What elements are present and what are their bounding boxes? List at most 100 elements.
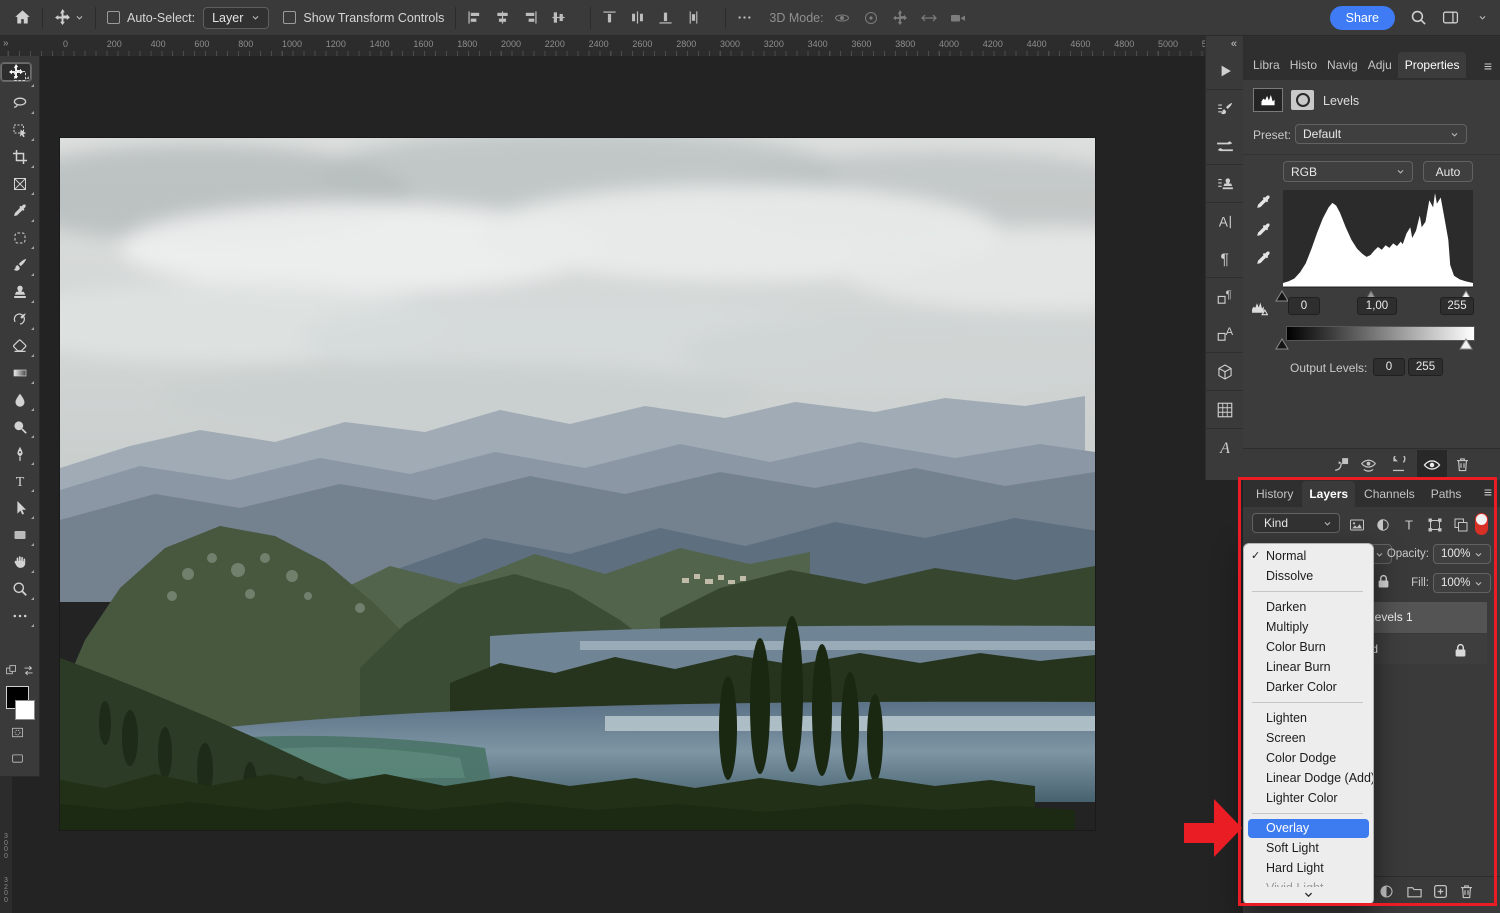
brush-settings-panel-button[interactable] [1206,89,1244,127]
blend-mode-option-darken[interactable]: Darken [1244,597,1373,617]
levels-adjustment-thumbnail[interactable] [1253,88,1283,112]
tab-adju[interactable]: Adju [1364,52,1396,78]
gradient-tool[interactable] [4,359,36,386]
align-horizontal-centers-icon[interactable] [495,10,510,25]
blend-mode-option-lighter-color[interactable]: Lighter Color [1244,788,1373,808]
fill-dropdown[interactable]: 100% [1433,573,1491,593]
uncached-refresh-icon[interactable] [1251,300,1268,317]
pen-tool[interactable] [4,440,36,467]
filter-smart-objects-button[interactable] [1451,515,1471,535]
layer-filter-dropdown[interactable]: Kind [1252,513,1340,533]
input-shadow-slider[interactable] [1275,290,1289,302]
canvas-area[interactable] [12,56,1243,913]
output-highlight-slider[interactable] [1459,338,1473,350]
output-shadow-slider[interactable] [1275,338,1289,350]
swap-colors-icon[interactable] [22,664,35,677]
path-selection-tool[interactable] [4,494,36,521]
delete-adjustment-icon[interactable] [1454,456,1471,473]
edit-toolbar-icon[interactable] [5,664,18,677]
document-canvas-image[interactable] [60,138,1095,830]
hand-tool[interactable] [4,548,36,575]
layer-mask-thumbnail[interactable] [1291,90,1314,110]
paragraph-styles-panel-button[interactable]: ¶ [1206,277,1244,315]
filter-pixel-layers-button[interactable] [1347,515,1367,535]
distribute-bottom-edges-icon[interactable] [658,10,673,25]
healing-brush-tool[interactable] [4,224,36,251]
tab-histo[interactable]: Histo [1286,52,1321,78]
blend-mode-option-soft-light[interactable]: Soft Light [1244,838,1373,858]
clone-stamp-tool[interactable] [4,278,36,305]
object-selection-tool[interactable] [4,116,36,143]
quick-mask-icon[interactable] [11,726,24,739]
blend-mode-option-vivid-light[interactable]: Vivid Light [1244,878,1373,887]
delete-layer-icon[interactable] [1458,883,1475,900]
brush-tool[interactable] [4,251,36,278]
screen-mode-icon[interactable] [11,752,24,765]
zoom-tool[interactable] [4,575,36,602]
auto-select-target-dropdown[interactable]: Layer [203,7,269,29]
blend-mode-option-darker-color[interactable]: Darker Color [1244,677,1373,697]
align-left-edges-icon[interactable] [467,10,482,25]
menu-scroll-down-icon[interactable] [1244,887,1373,901]
white-point-eyedropper-icon[interactable] [1255,250,1272,267]
lasso-tool[interactable] [4,89,36,116]
filter-shape-layers-button[interactable] [1425,515,1445,535]
tab-paths[interactable]: Paths [1424,481,1469,507]
distribute-vertical-centers-icon[interactable] [686,10,701,25]
character-panel-button[interactable]: A [1206,202,1244,240]
filter-adjustment-layers-button[interactable] [1373,515,1393,535]
actions-panel-button[interactable] [1206,52,1244,89]
distribute-top-edges-icon[interactable] [602,10,617,25]
rectangle-shape-tool[interactable] [4,521,36,548]
background-color-swatch[interactable] [15,700,35,720]
preset-dropdown[interactable]: Default [1295,124,1467,144]
output-shadow-value[interactable]: 0 [1373,358,1405,376]
clone-source-panel-button[interactable] [1206,164,1244,202]
threed-panel-button[interactable] [1206,352,1244,390]
gray-point-eyedropper-icon[interactable] [1255,222,1272,239]
new-adjustment-layer-icon[interactable] [1378,883,1395,900]
blend-mode-option-linear-burn[interactable]: Linear Burn [1244,657,1373,677]
rectangular-marquee-tool[interactable] [4,62,36,89]
eyedropper-tool[interactable] [4,197,36,224]
blend-mode-option-lighten[interactable]: Lighten [1244,708,1373,728]
blend-mode-option-color-burn[interactable]: Color Burn [1244,637,1373,657]
search-icon[interactable] [1410,9,1427,26]
blend-mode-option-color-dodge[interactable]: Color Dodge [1244,748,1373,768]
blend-mode-option-hard-light[interactable]: Hard Light [1244,858,1373,878]
new-layer-icon[interactable] [1432,883,1449,900]
filter-on-toggle[interactable] [1475,513,1488,535]
black-point-eyedropper-icon[interactable] [1255,194,1272,211]
eraser-tool[interactable] [4,332,36,359]
more-align-options-icon[interactable] [737,10,752,25]
frame-tool[interactable] [4,170,36,197]
channel-dropdown[interactable]: RGB [1283,161,1413,182]
toggle-visibility-button[interactable] [1417,450,1447,480]
tool-preset-chevron-icon[interactable] [71,13,84,22]
show-transform-checkbox[interactable] [283,11,296,24]
patterns-panel-button[interactable] [1206,390,1244,428]
blend-mode-option-overlay[interactable]: Overlay [1248,819,1369,838]
clip-to-layer-icon[interactable] [1333,456,1350,473]
glyphs-panel-button[interactable]: A [1206,428,1244,466]
tab-channels[interactable]: Channels [1357,481,1422,507]
input-highlight-value[interactable]: 255 [1440,297,1474,315]
tab-properties[interactable]: Properties [1398,52,1467,78]
move-tool-icon[interactable] [54,9,71,26]
collapse-panels-icon[interactable]: « [1206,36,1243,52]
output-highlight-value[interactable]: 255 [1408,358,1443,376]
blend-mode-option-normal[interactable]: ✓Normal [1244,546,1373,566]
distribute-horizontal-centers-icon[interactable] [630,10,645,25]
home-icon[interactable] [14,9,31,26]
view-previous-state-icon[interactable] [1360,456,1377,473]
tab-navig[interactable]: Navig [1323,52,1362,78]
crop-tool[interactable] [4,143,36,170]
input-shadow-value[interactable]: 0 [1288,297,1320,315]
tab-libra[interactable]: Libra [1249,52,1284,78]
input-gamma-value[interactable]: 1,00 [1357,297,1397,315]
blend-mode-option-linear-dodge-add-[interactable]: Linear Dodge (Add) [1244,768,1373,788]
lock-all-icon[interactable] [1375,573,1392,590]
type-tool[interactable]: T [4,467,36,494]
align-vertical-centers-icon[interactable] [551,10,566,25]
auto-select-checkbox[interactable] [107,11,120,24]
